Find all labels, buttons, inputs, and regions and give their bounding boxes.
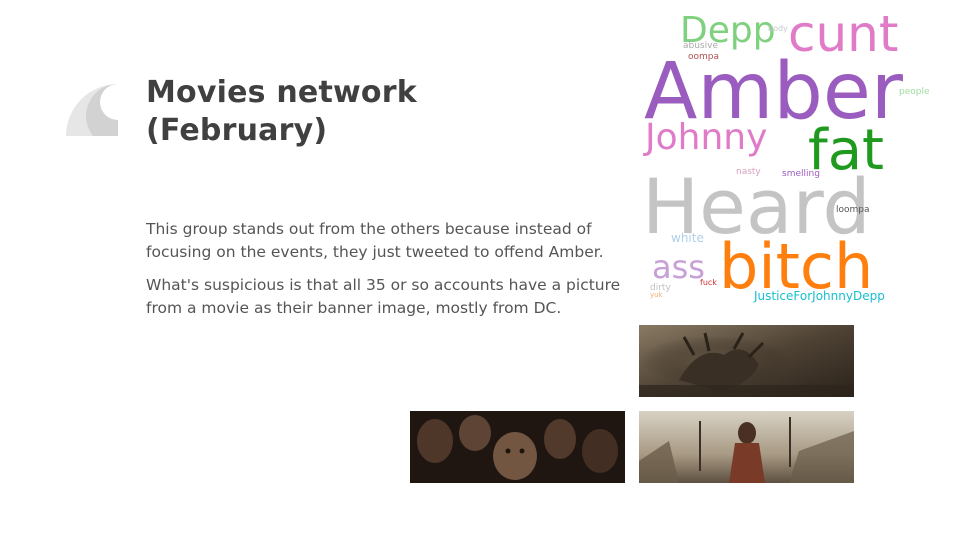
word-yuk: yuk (650, 291, 664, 299)
word-justice: JusticeForJohnnyDepp (753, 289, 885, 303)
slide-title: Movies network (February) (146, 74, 566, 150)
paragraph-2: What's suspicious is that all 35 or so a… (146, 276, 621, 317)
word-people: people (899, 87, 930, 97)
paragraph-1: This group stands out from the others be… (146, 220, 604, 261)
word-cloud-image: Depp cunt body abusive oompa Amber peopl… (640, 5, 932, 310)
word-ass: ass (652, 248, 705, 286)
slide-body: This group stands out from the others be… (146, 218, 626, 330)
word-white: white (671, 231, 704, 245)
word-body: body (768, 24, 788, 33)
slide-title-line2: (February) (146, 113, 328, 148)
slide-title-line1: Movies network (146, 75, 417, 110)
word-loompa: loompa (836, 205, 870, 215)
decorative-arc (66, 84, 118, 136)
word-fuck: fuck (700, 278, 717, 287)
word-johnny: Johnny (643, 117, 767, 158)
movie-banner-creature (639, 325, 854, 397)
movie-banner-warrior (639, 411, 854, 483)
movie-banner-goblins (410, 411, 625, 483)
